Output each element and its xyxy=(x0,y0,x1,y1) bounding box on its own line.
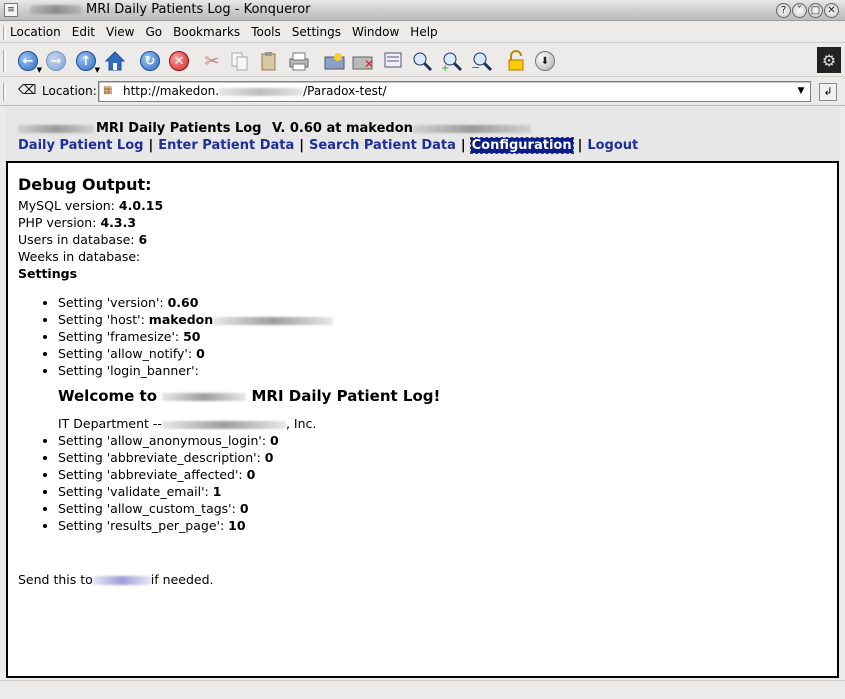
list-item: Setting 'results_per_page': 10 xyxy=(58,517,818,534)
zoom-out-icon[interactable]: − xyxy=(470,49,494,73)
nav-configuration[interactable]: Configuration xyxy=(469,137,574,154)
list-item: Setting 'version': 0.60 xyxy=(58,294,818,311)
reload-icon[interactable]: ↻ xyxy=(138,49,162,73)
view-icon[interactable] xyxy=(382,49,406,73)
url-input[interactable]: ▦ http://makedon./Paradox-test/ ▼ xyxy=(98,81,811,102)
menu-go[interactable]: Go xyxy=(146,25,168,39)
menubar-grip[interactable] xyxy=(3,25,6,40)
nav-separator: | xyxy=(299,138,305,153)
redacted-text xyxy=(161,420,286,429)
login-banner: Welcome to MRI Daily Patient Log! IT Dep… xyxy=(18,386,818,432)
main-nav: Daily Patient Log | Enter Patient Data | Sea… xyxy=(18,137,638,154)
svg-text:✕: ✕ xyxy=(364,57,374,71)
paste-icon[interactable] xyxy=(257,49,281,73)
delete-icon[interactable]: ✕ xyxy=(351,49,375,73)
menu-edit[interactable]: Edit xyxy=(72,25,100,39)
help-button[interactable]: ? xyxy=(776,3,791,18)
menu-tools[interactable]: Tools xyxy=(251,25,286,39)
nav-logout[interactable]: Logout xyxy=(587,138,638,153)
menubar: Location Edit View Go Bookmarks Tools Se… xyxy=(0,22,845,43)
list-item: Setting 'login_banner': xyxy=(58,362,818,379)
list-item: Setting 'abbreviate_description': 0 xyxy=(58,449,818,466)
list-item: Setting 'validate_email': 1 xyxy=(58,483,818,500)
konqueror-gear-icon[interactable]: ⚙ xyxy=(817,47,841,73)
main-toolbar: ← ▼ → ↑ ▼ ↻ ✕ ✂ ✕ + − ⬇ ⚙ xyxy=(0,44,845,77)
status-bar xyxy=(0,680,845,699)
mysql-version-line: MySQL version: 4.0.15 xyxy=(18,198,164,213)
cut-icon[interactable]: ✂ xyxy=(200,49,224,73)
download-icon[interactable]: ⬇ xyxy=(533,49,557,73)
list-item: Setting 'host': makedon xyxy=(58,311,818,328)
menu-bookmarks[interactable]: Bookmarks xyxy=(173,25,245,39)
forward-icon[interactable]: → xyxy=(44,49,68,73)
nav-separator: | xyxy=(460,138,466,153)
print-icon[interactable] xyxy=(287,49,311,73)
redacted-text xyxy=(30,5,82,14)
window-titlebar[interactable]: ≡ MRI Daily Patients Log - Konqueror ? ˅… xyxy=(0,0,845,21)
settings-list-continued: Setting 'allow_anonymous_login': 0 Setti… xyxy=(18,432,818,534)
page-header: MRI Daily Patients Log V. 0.60 at makedo… xyxy=(6,107,839,161)
maximize-button[interactable]: □ xyxy=(808,3,823,18)
list-item: Setting 'abbreviate_affected': 0 xyxy=(58,466,818,483)
copy-icon[interactable] xyxy=(228,49,252,73)
menu-help[interactable]: Help xyxy=(410,25,442,39)
up-icon[interactable]: ↑ ▼ xyxy=(74,49,100,74)
content-frame[interactable]: Debug Output: MySQL version: 4.0.15 PHP … xyxy=(6,161,839,678)
menu-window[interactable]: Window xyxy=(352,25,404,39)
redacted-text xyxy=(219,87,304,96)
weeks-count-line: Weeks in database: xyxy=(18,249,141,264)
redacted-text xyxy=(162,392,247,401)
settings-list: Setting 'version': 0.60 Setting 'host': … xyxy=(18,294,818,379)
go-button[interactable]: ↲ xyxy=(819,83,837,101)
list-item: Setting 'allow_anonymous_login': 0 xyxy=(58,432,818,449)
list-item: Setting 'allow_custom_tags': 0 xyxy=(58,500,818,517)
svg-text:−: − xyxy=(471,61,480,72)
new-folder-icon[interactable] xyxy=(323,49,347,73)
home-icon[interactable] xyxy=(103,49,127,73)
lock-icon[interactable] xyxy=(504,49,528,73)
list-item: Setting 'framesize': 50 xyxy=(58,328,818,345)
url-history-dropdown-icon[interactable]: ▼ xyxy=(794,84,808,99)
nav-enter-patient-data[interactable]: Enter Patient Data xyxy=(158,138,294,153)
app-name: MRI Daily Patients Log xyxy=(18,121,261,136)
nav-separator: | xyxy=(148,138,154,153)
close-button[interactable]: ✕ xyxy=(824,3,839,18)
list-item: Setting 'allow_notify': 0 xyxy=(58,345,818,362)
window-title: MRI Daily Patients Log - Konqueror xyxy=(30,2,311,17)
zoom-icon[interactable] xyxy=(410,49,434,73)
clear-location-icon[interactable]: ⌫ xyxy=(18,83,36,98)
back-icon[interactable]: ← ▼ xyxy=(16,49,42,74)
send-to-line: Send this to if needed. xyxy=(18,572,214,587)
toolbar-grip[interactable] xyxy=(3,50,6,72)
menu-settings[interactable]: Settings xyxy=(292,25,346,39)
users-count-line: Users in database: 6 xyxy=(18,232,148,247)
banner-title: Welcome to MRI Daily Patient Log! xyxy=(58,387,441,405)
settings-heading: Settings xyxy=(18,266,78,281)
svg-text:+: + xyxy=(441,63,449,72)
menu-location[interactable]: Location xyxy=(10,25,66,39)
favicon-icon: ▦ xyxy=(103,85,113,96)
redacted-text xyxy=(213,316,334,325)
shade-button[interactable]: ˅ xyxy=(792,3,807,18)
location-grip[interactable] xyxy=(3,83,6,101)
email-link[interactable] xyxy=(92,576,151,585)
nav-search-patient-data[interactable]: Search Patient Data xyxy=(309,138,456,153)
php-version-line: PHP version: 4.3.3 xyxy=(18,215,137,230)
location-label: Location: xyxy=(42,84,97,98)
banner-subtitle: IT Department --, Inc. xyxy=(58,416,317,431)
redacted-text xyxy=(18,124,94,133)
stop-icon[interactable]: ✕ xyxy=(167,49,191,73)
debug-heading: Debug Output: xyxy=(18,175,152,194)
menu-view[interactable]: View xyxy=(106,25,139,39)
location-toolbar: ⌫ Location: ▦ http://makedon./Paradox-te… xyxy=(0,78,845,106)
nav-separator: | xyxy=(577,138,583,153)
app-version: V. 0.60 at makedon xyxy=(272,121,531,136)
url-text[interactable]: http://makedon./Paradox-test/ xyxy=(123,84,387,98)
zoom-in-icon[interactable]: + xyxy=(440,49,464,73)
window-menu-icon[interactable]: ≡ xyxy=(4,3,18,17)
redacted-text xyxy=(412,124,531,133)
nav-daily-patient-log[interactable]: Daily Patient Log xyxy=(18,138,143,153)
